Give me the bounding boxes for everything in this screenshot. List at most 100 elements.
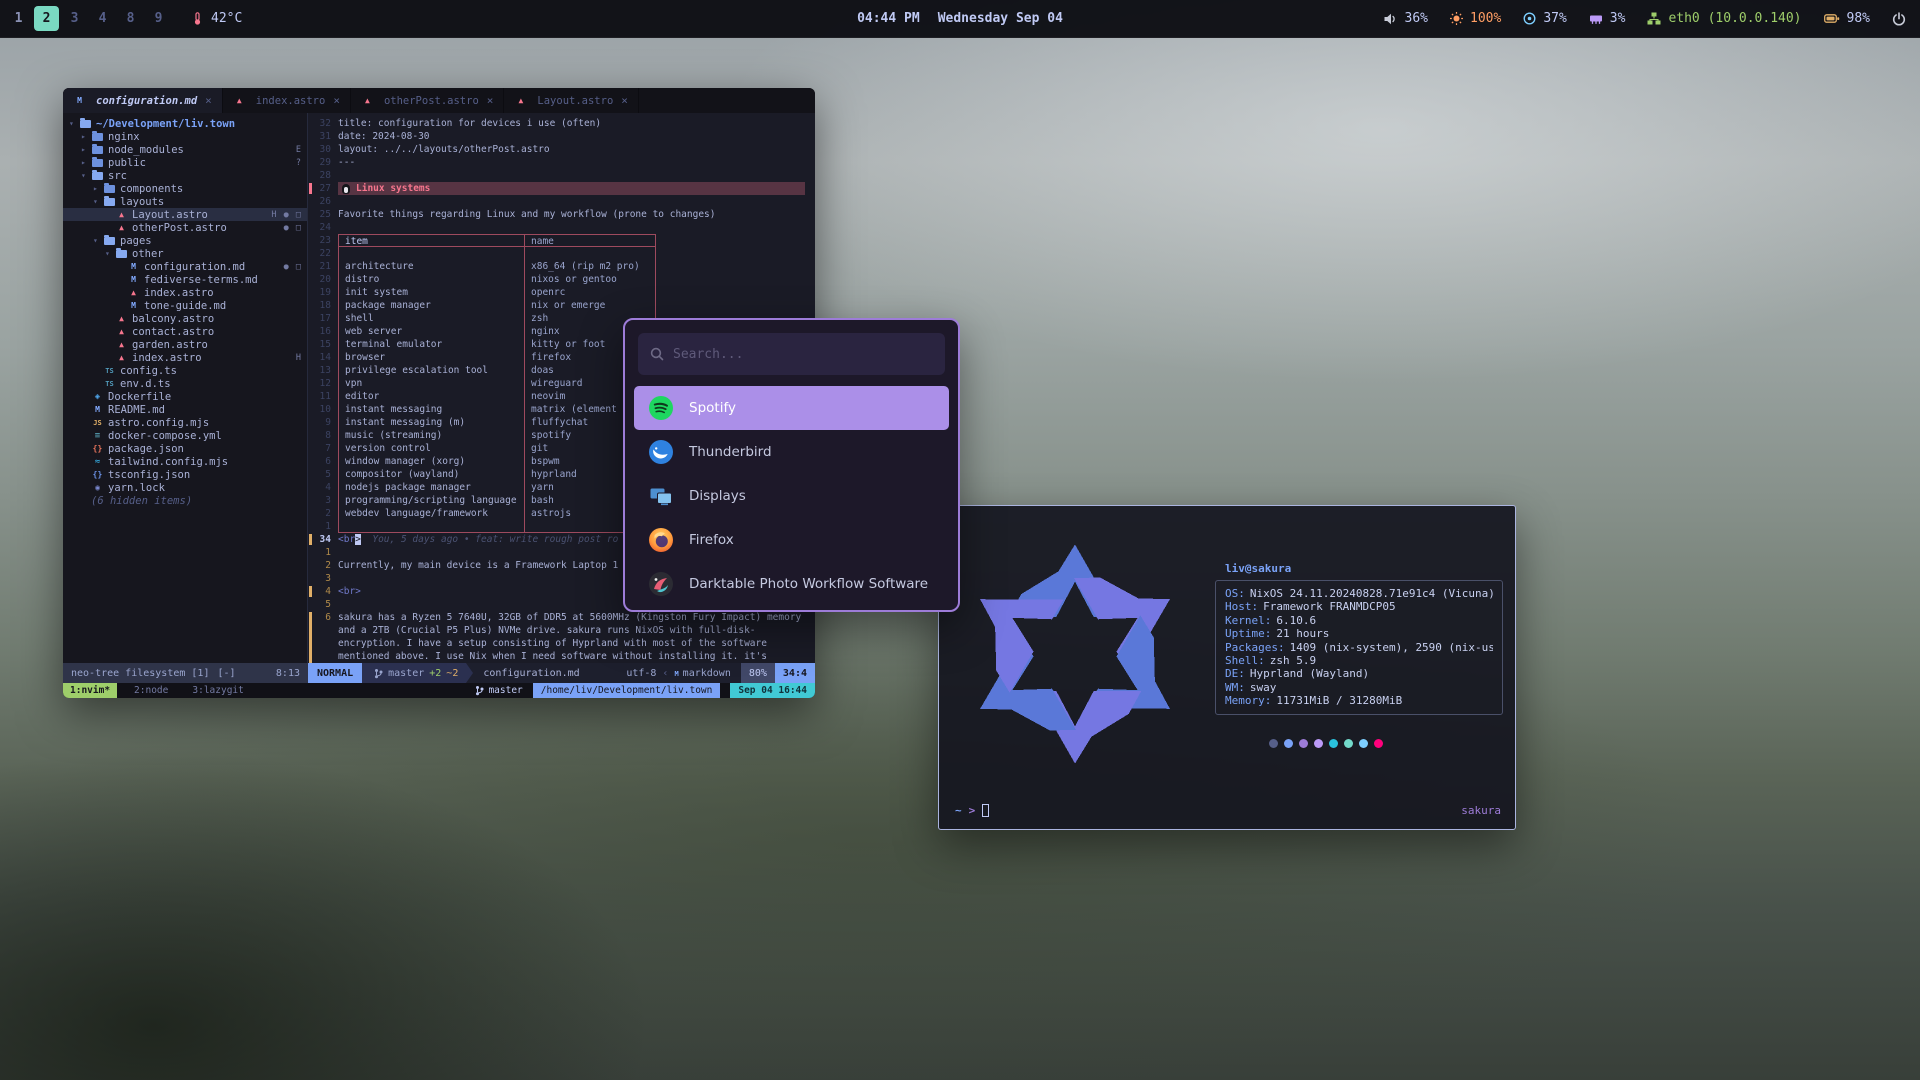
close-icon[interactable]: × (333, 94, 340, 107)
yaml-icon (91, 431, 104, 441)
line-text: title: configuration for devices i use (… (338, 117, 601, 130)
launcher-search[interactable] (638, 333, 945, 375)
folder-open-icon (104, 237, 115, 245)
tree-item-astro-config-mjs[interactable]: astro.config.mjs (63, 416, 307, 429)
tree-item-package-json[interactable]: package.json (63, 442, 307, 455)
fetch-row: Host:Framework FRANMDCP05 (1225, 600, 1493, 613)
powerline-separator (466, 663, 473, 683)
fetch-user-host: liv@sakura (1225, 562, 1503, 575)
tree-item-node-modules[interactable]: node_modules E (63, 143, 307, 156)
tree-item-tsconfig-json[interactable]: tsconfig.json (63, 468, 307, 481)
tree-item-components[interactable]: components (63, 182, 307, 195)
workspace-button[interactable]: 4 (90, 6, 115, 31)
astro-icon (115, 353, 128, 362)
chevron-down-icon (81, 171, 91, 180)
folder-icon (92, 159, 103, 167)
tree-item-fediverse-terms-md[interactable]: fediverse-terms.md (63, 273, 307, 286)
tree-item-index-astro-pages[interactable]: index.astro H (63, 351, 307, 364)
close-icon[interactable]: × (621, 94, 628, 107)
buffer-line: 25Favorite things regarding Linux and my… (308, 208, 815, 221)
tree-item-contact-astro[interactable]: contact.astro (63, 325, 307, 338)
workspace-button-active[interactable]: 2 (34, 6, 59, 31)
palette-dot (1344, 739, 1353, 748)
search-input[interactable] (673, 347, 933, 362)
tree-item-env-d-ts[interactable]: env.d.ts (63, 377, 307, 390)
launcher-item-firefox[interactable]: Firefox (634, 518, 949, 562)
battery-stat: 98% (1824, 11, 1870, 26)
close-icon[interactable]: × (205, 94, 212, 107)
tree-item-pages[interactable]: pages (63, 234, 307, 247)
table-row: 20distronixos or gentoo (308, 273, 815, 286)
disk-value: 37% (1543, 11, 1566, 26)
line-number: 25 (308, 208, 338, 221)
status-badge: H ● □ (271, 210, 302, 220)
tailwind-icon (91, 457, 104, 467)
tree-item-readme-md[interactable]: README.md (63, 403, 307, 416)
workspace-button[interactable]: 8 (118, 6, 143, 31)
tree-item-tailwind-config-mjs[interactable]: tailwind.config.mjs (63, 455, 307, 468)
tree-item-otherpost-astro[interactable]: otherPost.astro ● □ (63, 221, 307, 234)
tree-item-index-astro[interactable]: index.astro (63, 286, 307, 299)
line-number: 28 (308, 169, 338, 182)
tree-root[interactable]: ~/Development/liv.town (63, 117, 307, 130)
launcher-item-thunderbird[interactable]: Thunderbird (634, 430, 949, 474)
workspace-button[interactable]: 9 (146, 6, 171, 31)
prompt-char: > (969, 804, 976, 817)
buffer-paragraph: 6sakura has a Ryzen 5 7640U, 32GB of DDR… (308, 611, 815, 663)
heading-bar: Linux systems (338, 182, 805, 195)
palette-dot (1329, 739, 1338, 748)
tree-item-yarn-lock[interactable]: yarn.lock (63, 481, 307, 494)
launcher-item-label: Thunderbird (689, 444, 772, 460)
buffer-line: 32title: configuration for devices i use… (308, 117, 815, 130)
workspace-button[interactable]: 3 (62, 6, 87, 31)
workspace-button[interactable]: 1 (6, 6, 31, 31)
spotify-icon (648, 395, 674, 421)
tmux-window-nvim[interactable]: 1:nvim* (63, 683, 117, 698)
line-number: 32 (308, 117, 338, 130)
line-text: <br> You, 5 days ago • feat: write rough… (338, 533, 618, 546)
power-button[interactable] (1892, 12, 1906, 26)
tab-layout-astro[interactable]: Layout.astro × (504, 88, 638, 113)
close-icon[interactable]: × (487, 94, 494, 107)
chevron-right-icon (81, 132, 91, 141)
file-tree: ~/Development/liv.town nginx node_module… (63, 113, 308, 663)
git-branch-name: master (388, 668, 424, 679)
tree-item-layout-astro[interactable]: Layout.astro H ● □ (63, 208, 307, 221)
memory-icon (1589, 13, 1603, 25)
nixos-logo (951, 526, 1199, 782)
tab-configuration-md[interactable]: configuration.md × (63, 88, 223, 113)
tree-item-tone-guide-md[interactable]: tone-guide.md (63, 299, 307, 312)
network-icon (1647, 12, 1661, 25)
buffer-line: 24 (308, 221, 815, 234)
tab-index-astro[interactable]: index.astro × (223, 88, 351, 113)
tree-item-config-ts[interactable]: config.ts (63, 364, 307, 377)
neotree-position: 8:13 (276, 668, 300, 679)
tree-item-layouts[interactable]: layouts (63, 195, 307, 208)
tree-item-other[interactable]: other (63, 247, 307, 260)
brightness-stat: 100% (1450, 11, 1501, 26)
tree-item-public[interactable]: public ? (63, 156, 307, 169)
shell-prompt[interactable]: ~ > (955, 804, 989, 817)
chevron-right-icon (81, 145, 91, 154)
tree-item-nginx[interactable]: nginx (63, 130, 307, 143)
table-separator-row: 22 (308, 247, 815, 260)
tree-item-docker-compose-yml[interactable]: docker-compose.yml (63, 429, 307, 442)
table-header-name: name (525, 235, 655, 246)
tree-item-src[interactable]: src (63, 169, 307, 182)
launcher-item-spotify[interactable]: Spotify (634, 386, 949, 430)
tree-item-configuration-md[interactable]: configuration.md ● □ (63, 260, 307, 273)
tree-item-dockerfile[interactable]: Dockerfile (63, 390, 307, 403)
tmux-window-lazygit[interactable]: 3:lazygit (185, 683, 250, 698)
launcher-item-darktable[interactable]: Darktable Photo Workflow Software (634, 562, 949, 606)
tab-otherpost-astro[interactable]: otherPost.astro × (351, 88, 504, 113)
tree-item-garden-astro[interactable]: garden.astro (63, 338, 307, 351)
vim-mode-indicator: NORMAL (308, 663, 362, 683)
git-blame-text: You, 5 days ago • feat: write rough post… (361, 534, 618, 545)
launcher-item-displays[interactable]: Displays (634, 474, 949, 518)
astro-icon (233, 96, 246, 105)
disk-icon (1523, 12, 1536, 25)
tmux-window-node[interactable]: 2:node (127, 683, 175, 698)
astro-icon (115, 340, 128, 349)
buffer-line: 28 (308, 169, 815, 182)
tree-item-balcony-astro[interactable]: balcony.astro (63, 312, 307, 325)
